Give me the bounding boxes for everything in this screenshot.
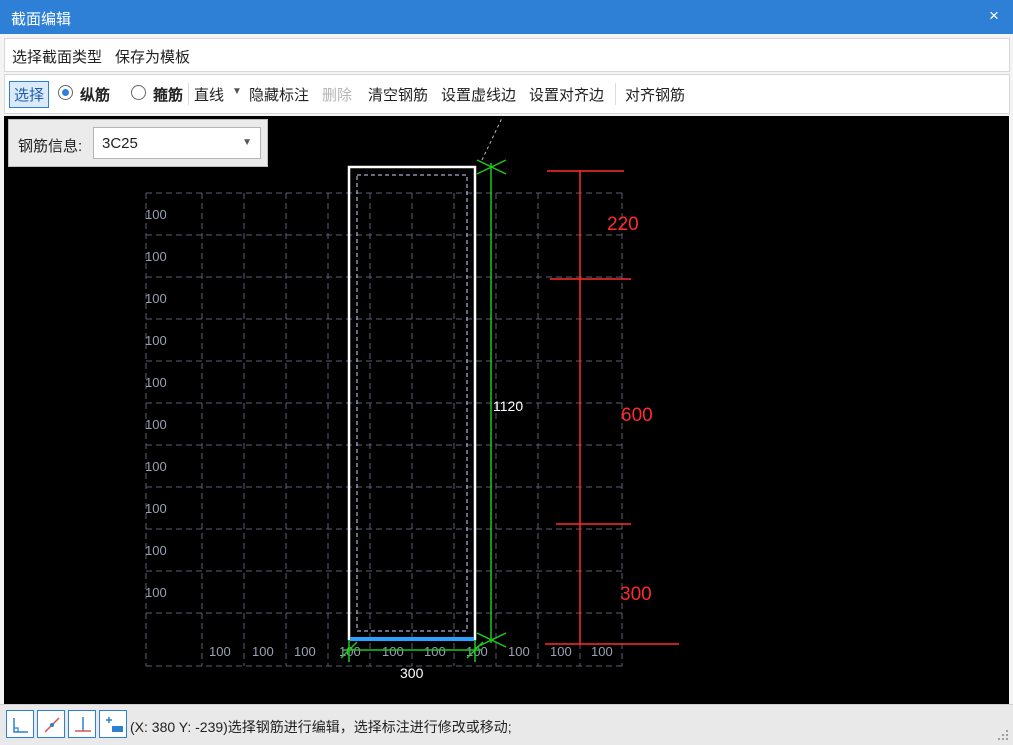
menu-select-section-type[interactable]: 选择截面类型	[12, 46, 102, 67]
toolbar-separator	[188, 83, 189, 105]
origin-icon[interactable]	[99, 710, 127, 738]
grid-label-vertical: 100	[145, 417, 167, 432]
stirrup-label[interactable]: 箍筋	[153, 84, 183, 105]
menu-save-as-template[interactable]: 保存为模板	[115, 46, 190, 67]
status-bar: (X: 380 Y: -239)选择钢筋进行编辑，选择标注进行修改或移动;	[0, 704, 1013, 745]
grid-label-horizontal: 100	[382, 644, 404, 659]
angle-snap-icon[interactable]	[6, 710, 34, 738]
grid-label-horizontal: 100	[550, 644, 572, 659]
toolbar: 选择 纵筋 箍筋 直线 ▼ 隐藏标注 删除 清空钢筋 设置虚线边 设置对齐边 对…	[4, 74, 1010, 114]
drawing-svg[interactable]: 100 100 100 100 100 100 100 100 100 100 100 100 100 1…	[4, 116, 1009, 704]
grid-label-vertical: 100	[145, 249, 167, 264]
grid	[145, 192, 623, 667]
annotation-220[interactable]: 220	[607, 214, 639, 235]
set-align-edge-button[interactable]: 设置对齐边	[529, 84, 604, 105]
delete-button[interactable]: 删除	[322, 84, 352, 105]
grid-label-vertical: 100	[145, 501, 167, 516]
grid-label-vertical: 100	[145, 291, 167, 306]
clear-rebar-button[interactable]: 清空钢筋	[368, 84, 428, 105]
grid-label-horizontal: 100	[209, 644, 231, 659]
status-text: (X: 380 Y: -239)选择钢筋进行编辑，选择标注进行修改或移动;	[130, 719, 512, 735]
rebar-info-value[interactable]: 3C25	[102, 135, 138, 152]
leader-line	[481, 117, 503, 161]
grid-label-horizontal: 100	[591, 644, 613, 659]
section-edit-window: 截面编辑 × 选择截面类型 保存为模板 选择 纵筋 箍筋 直线 ▼ 隐藏标注 删…	[0, 0, 1013, 745]
rebar-info-panel: 钢筋信息: 3C25 ▼	[8, 119, 268, 167]
height-dimension-label[interactable]: 1120	[493, 398, 523, 414]
grid-label-horizontal: 100	[424, 644, 446, 659]
drawing-canvas[interactable]: 100 100 100 100 100 100 100 100 100 100 100 100 100 1…	[4, 116, 1009, 704]
resize-grip-icon[interactable]	[997, 729, 1009, 741]
grid-label-vertical: 100	[145, 459, 167, 474]
grid-label-horizontal: 100	[508, 644, 530, 659]
longitudinal-label[interactable]: 纵筋	[80, 84, 110, 105]
line-tool-dropdown[interactable]: 直线	[194, 84, 224, 105]
stirrup-radio[interactable]	[131, 85, 146, 100]
annotation-300[interactable]: 300	[620, 584, 652, 605]
rebar-info-label: 钢筋信息:	[18, 138, 83, 155]
grid-label-vertical: 100	[145, 207, 167, 222]
title-bar: 截面编辑 ×	[0, 0, 1013, 34]
toolbar-separator	[615, 83, 616, 105]
grid-label-vertical: 100	[145, 333, 167, 348]
chevron-down-icon[interactable]: ▼	[232, 86, 242, 97]
menu-bar: 选择截面类型 保存为模板	[4, 38, 1010, 72]
annotation-600[interactable]: 600	[621, 405, 653, 426]
select-tool-button[interactable]: 选择	[9, 81, 50, 108]
grid-label-horizontal: 100	[252, 644, 274, 659]
close-icon[interactable]: ×	[983, 5, 1005, 27]
grid-label-vertical: 100	[145, 375, 167, 390]
hide-dims-button[interactable]: 隐藏标注	[249, 84, 309, 105]
grid-label-vertical: 100	[145, 543, 167, 558]
align-rebar-button[interactable]: 对齐钢筋	[625, 84, 685, 105]
line-snap-icon[interactable]	[37, 710, 65, 738]
chevron-down-icon[interactable]: ▼	[242, 137, 252, 148]
grid-label-horizontal: 100	[294, 644, 316, 659]
width-dimension-label[interactable]: 300	[400, 665, 424, 681]
longitudinal-radio[interactable]	[58, 85, 73, 100]
rebar-info-select[interactable]: 3C25 ▼	[93, 127, 261, 159]
grid-label-vertical: 100	[145, 585, 167, 600]
perpendicular-icon[interactable]	[68, 710, 96, 738]
grid-labels: 100 100 100 100 100 100 100 100 100 100 100 100 100 1…	[145, 207, 613, 659]
window-title: 截面编辑	[11, 11, 72, 28]
set-dashed-edge-button[interactable]: 设置虚线边	[441, 84, 516, 105]
